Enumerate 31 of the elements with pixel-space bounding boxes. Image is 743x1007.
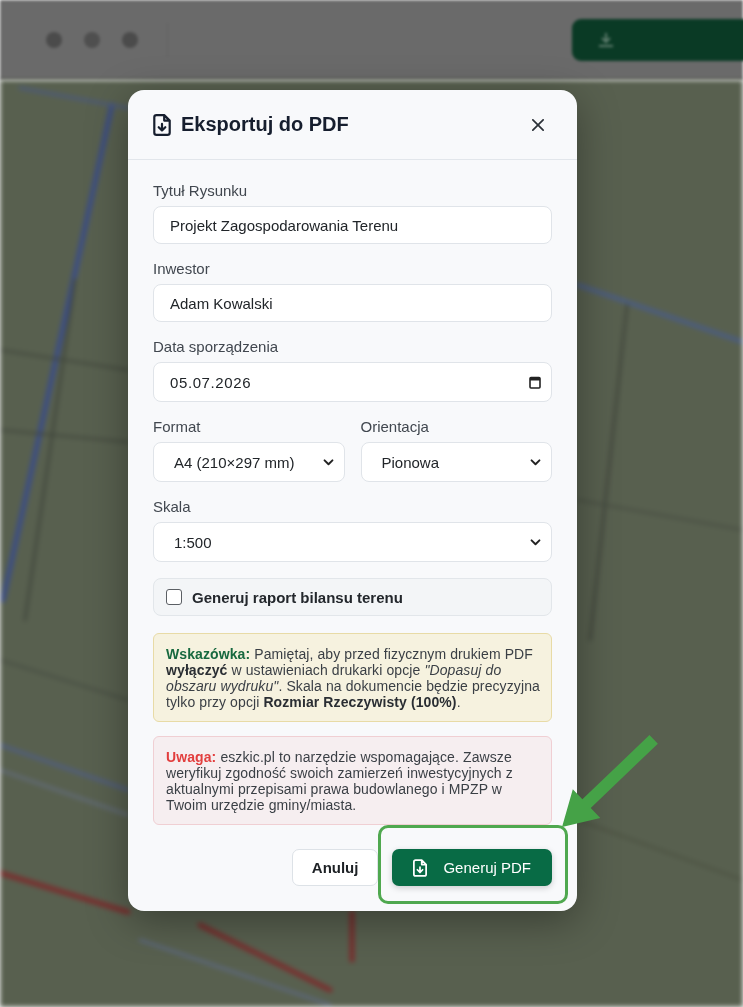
download-icon: [598, 32, 614, 48]
text-field[interactable]: Adam Kowalski: [153, 284, 552, 322]
date-field[interactable]: 05.07.2026: [153, 362, 552, 402]
generate-pdf-button[interactable]: Generuj PDF: [392, 849, 552, 886]
calendar-icon: [529, 375, 541, 389]
note-text: Uwaga: eszkic.pl to narzędzie wspomagające. Zawsze weryfikuj zgodność swoich zamierzeń inwestycyjnych z aktualnymi przepisami prawa budowlanego i MPZP w Twoim urzędzie gminy/miasta.: [166, 749, 514, 813]
toolbar-button[interactable]: [572, 19, 743, 61]
checkbox-label[interactable]: Generuj raport bilansu terenu: [192, 588, 403, 606]
chevron-icon: [322, 458, 334, 466]
field-label: Inwestor: [153, 260, 210, 278]
chevron-icon: [530, 538, 541, 546]
note-text: Wskazówka: Pamiętaj, aby przed fizycznym drukiem PDF wyłączyć w ustawieniach drukarki opcje "Dopasuj do obszaru wydruku". Skala na dokumencie będzie precyzyjna tylko przy opcji Rozmiar Rzeczywisty (100%).: [166, 646, 541, 710]
close-icon: [532, 118, 544, 131]
toolbar-icon[interactable]: [121, 31, 139, 49]
dropdown[interactable]: A4 (210×297 mm): [153, 442, 345, 482]
file-download-icon: [413, 858, 428, 877]
field-label: Tytuł Rysunku: [153, 182, 248, 200]
dialog-title: Eksportuj do PDF: [181, 113, 349, 136]
field-label: Format: [153, 418, 201, 436]
toolbar-icon[interactable]: [45, 31, 63, 49]
dropdown[interactable]: Pionowa: [360, 442, 552, 482]
chevron-icon: [530, 458, 541, 466]
field-label: Orientacja: [360, 418, 429, 436]
file-download-icon: [153, 113, 171, 136]
dropdown[interactable]: 1:500: [153, 522, 552, 562]
text-field[interactable]: Projekt Zagospodarowania Terenu: [153, 206, 552, 244]
checkbox[interactable]: [166, 589, 182, 605]
field-label: Data sporządzenia: [153, 338, 279, 356]
toolbar-icon[interactable]: [83, 31, 101, 49]
field-label: Skala: [153, 498, 191, 516]
cancel-button[interactable]: Anuluj: [291, 849, 379, 886]
